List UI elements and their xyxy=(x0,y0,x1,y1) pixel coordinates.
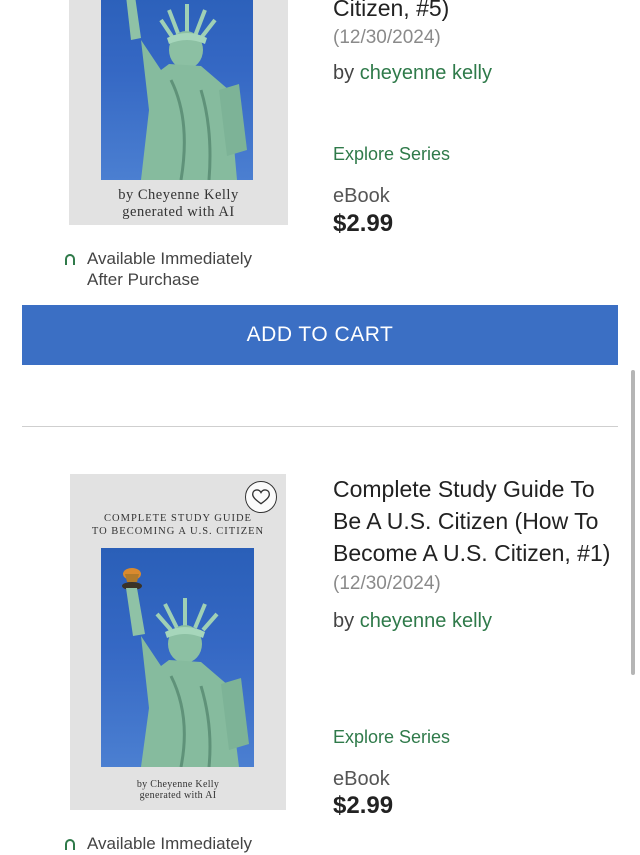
availability-text: Available Immediately xyxy=(87,834,253,853)
explore-series-link[interactable]: Explore Series xyxy=(333,143,450,165)
price: $2.99 xyxy=(333,792,394,819)
scrollbar[interactable] xyxy=(631,370,635,675)
publish-date: (12/30/2024) xyxy=(333,27,441,48)
cover-author-text: by Cheyenne Kelly generated with AI xyxy=(136,779,220,801)
book-cover-1[interactable]: by Cheyenne Kelly generated with AI xyxy=(69,0,288,225)
explore-series-link[interactable]: Explore Series xyxy=(333,726,450,748)
statue-of-liberty-image xyxy=(101,0,253,180)
author-link[interactable]: cheyenne kelly xyxy=(360,610,492,632)
book-info-2: Complete Study Guide To Be A U.S. Citize… xyxy=(333,473,623,634)
add-to-cart-button[interactable]: ADD TO CART xyxy=(22,305,618,365)
statue-of-liberty-image xyxy=(101,548,254,767)
by-label: by xyxy=(333,62,355,84)
item-divider xyxy=(22,426,618,427)
author-link[interactable]: cheyenne kelly xyxy=(360,62,492,84)
availability-text: Available Immediately After Purchase xyxy=(87,249,253,289)
author-line: by cheyenne kelly xyxy=(333,608,623,634)
wishlist-button[interactable] xyxy=(245,481,277,513)
book-cover-2[interactable]: COMPLETE STUDY GUIDE TO BECOMING A U.S. … xyxy=(70,474,286,810)
availability-status: Available Immediately After Purchase xyxy=(63,248,287,290)
cover-title-text: COMPLETE STUDY GUIDE TO BECOMING A U.S. … xyxy=(91,513,265,537)
format-label: eBook xyxy=(333,768,390,790)
availability-arc-icon xyxy=(65,839,75,850)
book-info-1: Citizen, #5) (12/30/2024) by cheyenne ke… xyxy=(333,0,623,86)
availability-arc-icon xyxy=(65,254,75,265)
book-title[interactable]: Complete Study Guide To Be A U.S. Citize… xyxy=(333,473,623,569)
by-label: by xyxy=(333,610,355,632)
heart-outline-icon xyxy=(251,489,271,505)
book-title[interactable]: Citizen, #5) xyxy=(333,0,623,24)
availability-status: Available Immediately xyxy=(63,833,287,854)
format-label: eBook xyxy=(333,185,390,207)
author-line: by cheyenne kelly xyxy=(333,60,623,86)
cover-author-text: by Cheyenne Kelly generated with AI xyxy=(118,187,239,220)
product-list-page: by Cheyenne Kelly generated with AI Avai… xyxy=(0,0,640,855)
price: $2.99 xyxy=(333,210,394,237)
publish-date: (12/30/2024) xyxy=(333,573,441,594)
